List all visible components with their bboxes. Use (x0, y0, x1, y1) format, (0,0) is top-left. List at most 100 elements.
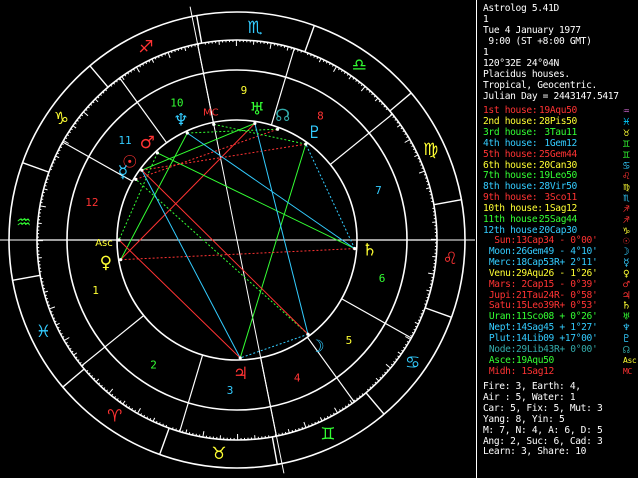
degree-tick (427, 293, 430, 296)
house-position: 20Can30 (539, 159, 577, 171)
planet-label: Venu: (488, 267, 516, 279)
mars-marker (155, 151, 160, 155)
degree-tick (73, 352, 78, 356)
house-position: 1Sag12 (539, 203, 577, 215)
house-label: 2nd house: (483, 115, 538, 127)
degree-tick (78, 116, 81, 119)
degree-tick (355, 79, 358, 82)
zodiac-sign-icon: ♋ (405, 353, 420, 373)
aspect-line (120, 248, 355, 261)
chart-number-2: 1 (483, 47, 489, 58)
degree-tick (311, 423, 313, 426)
degree-tick (46, 301, 50, 303)
degree-tick (374, 381, 377, 384)
degree-tick (105, 389, 108, 392)
degree-tick (93, 377, 96, 380)
degree-tick (108, 388, 114, 394)
venus-marker (119, 258, 123, 262)
degree-tick (375, 377, 380, 382)
degree-tick (426, 296, 429, 299)
degree-tick (44, 184, 47, 187)
degree-tick (177, 48, 180, 51)
degree-tick (379, 376, 382, 379)
zodiac-sign-icon: ♍ (423, 140, 438, 160)
planet-label: Moon: (488, 245, 516, 257)
degree-tick (63, 337, 70, 341)
degree-tick (45, 297, 48, 300)
degree-tick (426, 180, 429, 183)
degree-tick (394, 118, 397, 121)
house-position: 25Gem44 (539, 148, 577, 160)
planet-latitude: +17°00' (553, 333, 598, 345)
degree-tick (358, 81, 361, 84)
saturn-marker (353, 247, 357, 251)
sign-divider (62, 368, 85, 388)
degree-tick (99, 93, 102, 96)
degree-tick (113, 396, 116, 399)
degree-tick (151, 58, 155, 63)
degree-tick (50, 311, 53, 313)
sign-divider (304, 25, 316, 53)
degree-tick (300, 50, 303, 53)
zodiac-sign-icon: ♓ (36, 322, 51, 342)
degree-tick (162, 423, 164, 426)
degree-tick (180, 47, 183, 50)
chart-number: 1 (483, 14, 489, 25)
planet-label: Sun: (494, 235, 516, 246)
degree-tick (103, 387, 106, 390)
house-cusp-line (341, 298, 412, 339)
sign-divider (196, 15, 203, 44)
degree-tick (88, 372, 91, 375)
house-number: 8 (317, 109, 324, 122)
summary-line: M: 7, N: 4, A: 6, D: 5 (483, 424, 603, 436)
sign-divider (158, 427, 170, 455)
house-number: 7 (375, 184, 382, 197)
degree-tick (366, 88, 369, 91)
zodiac-sign-icon: ♈ (107, 407, 122, 427)
degree-tick (427, 183, 430, 186)
planet-icon: Asc (623, 355, 637, 365)
degree-tick (360, 86, 366, 92)
degree-tick (356, 397, 359, 400)
planet-latitude: - 1°26' (553, 267, 598, 279)
degree-tick (136, 66, 140, 73)
degree-tick (349, 399, 353, 404)
julian-day: Julian Day = 2443147.5417 (483, 91, 619, 102)
planet-latitude: - 0°39' (553, 278, 598, 290)
degree-tick (424, 177, 428, 179)
planet-latitude: + 0°00' (559, 344, 598, 355)
zodiac-sign-icon: ♉ (211, 444, 226, 464)
summary-line: Air : 5, Water: 1 (483, 391, 576, 403)
mc-marker (212, 122, 216, 126)
degree-tick (297, 49, 299, 52)
aspect-line (254, 123, 309, 335)
planet-position: 29Lib43R (516, 344, 560, 355)
degree-tick (46, 178, 49, 180)
zodiac-sign-icon: ♎ (352, 55, 367, 75)
house-number: 1 (92, 284, 99, 297)
degree-tick (303, 421, 307, 428)
degree-tick (301, 426, 304, 430)
degree-tick (167, 52, 171, 59)
planet-icon: MC (623, 366, 632, 376)
planet-position: 21Tau24R (516, 289, 560, 301)
degree-tick (94, 98, 99, 103)
degree-tick (392, 116, 395, 119)
house-row: 2nd house: 28Pis50 (483, 115, 577, 128)
moon-icon: ☽ (309, 337, 324, 357)
house-number: 3 (227, 384, 234, 397)
degree-tick (87, 106, 90, 109)
degree-tick (308, 424, 310, 427)
planet-position: 14Lib09 (516, 333, 554, 345)
planet-position: 18Cap53R (516, 256, 560, 268)
house-system: Placidus houses. (483, 69, 570, 80)
house-number: 5 (346, 334, 353, 347)
planet-latitude: + 2°11' (559, 256, 598, 268)
zodiac-sign-icon: ♐ (138, 37, 153, 57)
degree-tick (164, 53, 166, 56)
degree-tick (425, 300, 428, 302)
degree-tick (113, 82, 116, 85)
degree-tick (423, 173, 427, 176)
degree-tick (86, 369, 89, 373)
house-row: 1st house: 19Aqu50 (483, 105, 577, 117)
